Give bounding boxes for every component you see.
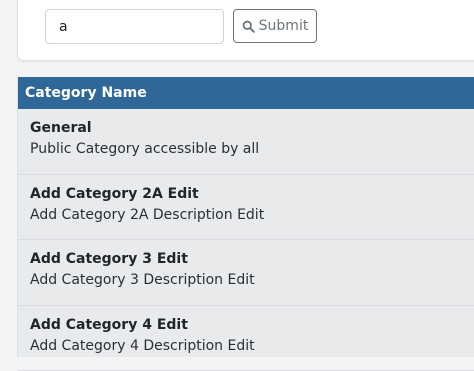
category-name: Add Category 4 Edit — [30, 316, 474, 334]
category-name: General — [30, 119, 474, 137]
submit-label: Submit — [259, 18, 309, 34]
column-header-label: Category Name — [25, 85, 147, 101]
category-description: Add Category 4 Description Edit — [30, 337, 474, 355]
search-input[interactable] — [45, 9, 224, 44]
search-icon — [242, 20, 255, 33]
category-description: Public Category accessible by all — [30, 140, 474, 158]
category-table: Category Name General Public Category ac… — [17, 77, 474, 357]
category-description: Add Category 2A Description Edit — [30, 206, 474, 224]
category-name: Add Category 3 Edit — [30, 250, 474, 268]
table-row[interactable]: Add Category 2A Edit Add Category 2A Des… — [18, 175, 474, 241]
category-name: Add Category 2A Edit — [30, 185, 474, 203]
table-row[interactable]: General Public Category accessible by al… — [18, 109, 474, 175]
category-description: Add Category 3 Description Edit — [30, 271, 474, 289]
table-row[interactable]: Add Category 4 Edit Add Category 4 Descr… — [18, 306, 474, 371]
submit-button[interactable]: Submit — [233, 9, 317, 43]
table-row[interactable]: Add Category 3 Edit Add Category 3 Descr… — [18, 240, 474, 306]
search-card: Submit — [17, 0, 474, 61]
column-header-category-name[interactable]: Category Name — [18, 77, 474, 109]
